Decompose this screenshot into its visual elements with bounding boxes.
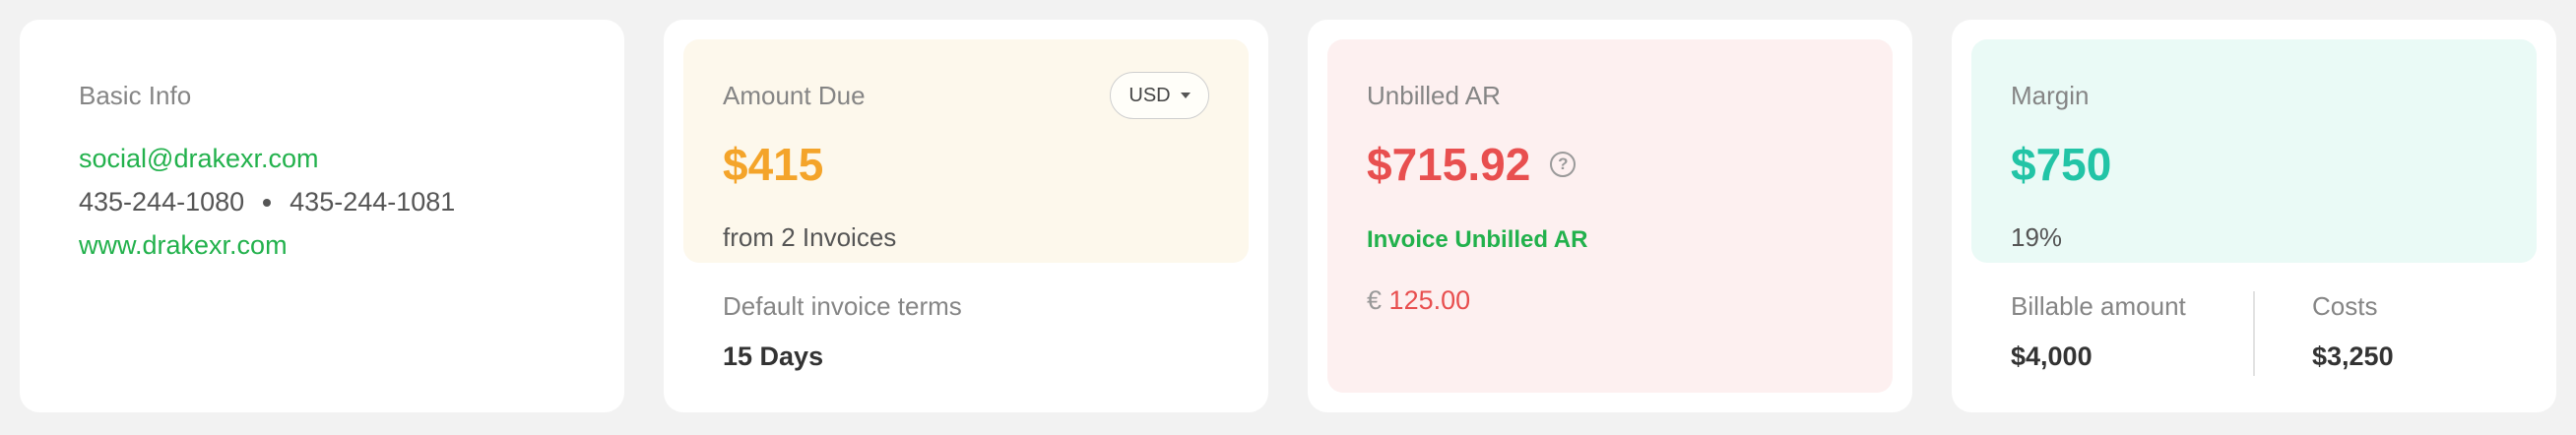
amount-due-panel: Amount Due USD $415 from 2 Invoices: [683, 39, 1249, 263]
billable-amount-value: $4,000: [2011, 342, 2093, 371]
phone-2: 435-244-1081: [290, 187, 456, 217]
basic-info-title: Basic Info: [79, 81, 192, 110]
euro-amount: € 125.00: [1367, 285, 1470, 316]
amount-due-card: Amount Due USD $415 from 2 Invoices Defa…: [664, 20, 1268, 412]
website-link[interactable]: www.drakexr.com: [79, 230, 288, 261]
basic-info-card: Basic Info social@drakexr.com 435-244-10…: [20, 20, 624, 412]
invoice-count: from 2 Invoices: [723, 222, 897, 252]
caret-down-icon: [1180, 93, 1191, 98]
divider: [2253, 291, 2255, 376]
costs-label: Costs: [2312, 291, 2378, 321]
unbilled-ar-title: Unbilled AR: [1367, 81, 1501, 110]
margin-card: Margin $750 19% Billable amount $4,000 C…: [1952, 20, 2556, 412]
invoice-terms-label: Default invoice terms: [723, 291, 962, 321]
phone-1: 435-244-1080: [79, 187, 245, 217]
email-link[interactable]: social@drakexr.com: [79, 144, 319, 174]
unbilled-ar-panel: Unbilled AR $715.92 ? Invoice Unbilled A…: [1327, 39, 1893, 393]
question-circle-icon[interactable]: ?: [1550, 152, 1577, 177]
margin-value: $750: [2011, 139, 2112, 190]
amount-due-title: Amount Due: [723, 81, 866, 110]
phone-numbers: 435-244-1080 435-244-1081: [79, 187, 455, 218]
unbilled-ar-card: Unbilled AR $715.92 ? Invoice Unbilled A…: [1308, 20, 1912, 412]
currency-value: USD: [1128, 84, 1171, 106]
separator-dot: [263, 198, 272, 207]
costs-value: $3,250: [2312, 342, 2394, 371]
unbilled-ar-amount-row: $715.92 ?: [1367, 138, 1577, 191]
margin-title: Margin: [2011, 81, 2090, 110]
invoice-unbilled-ar-link[interactable]: Invoice Unbilled AR: [1367, 226, 1587, 254]
margin-panel: Margin $750 19%: [1971, 39, 2537, 263]
euro-value: 125.00: [1388, 285, 1471, 315]
unbilled-ar-value: $715.92: [1367, 139, 1531, 190]
euro-symbol: €: [1367, 285, 1383, 315]
invoice-terms-value: 15 Days: [723, 342, 824, 371]
currency-select[interactable]: USD: [1110, 72, 1209, 119]
amount-due-value: $415: [723, 139, 824, 190]
billable-amount-label: Billable amount: [2011, 291, 2186, 321]
margin-percent: 19%: [2011, 222, 2063, 252]
